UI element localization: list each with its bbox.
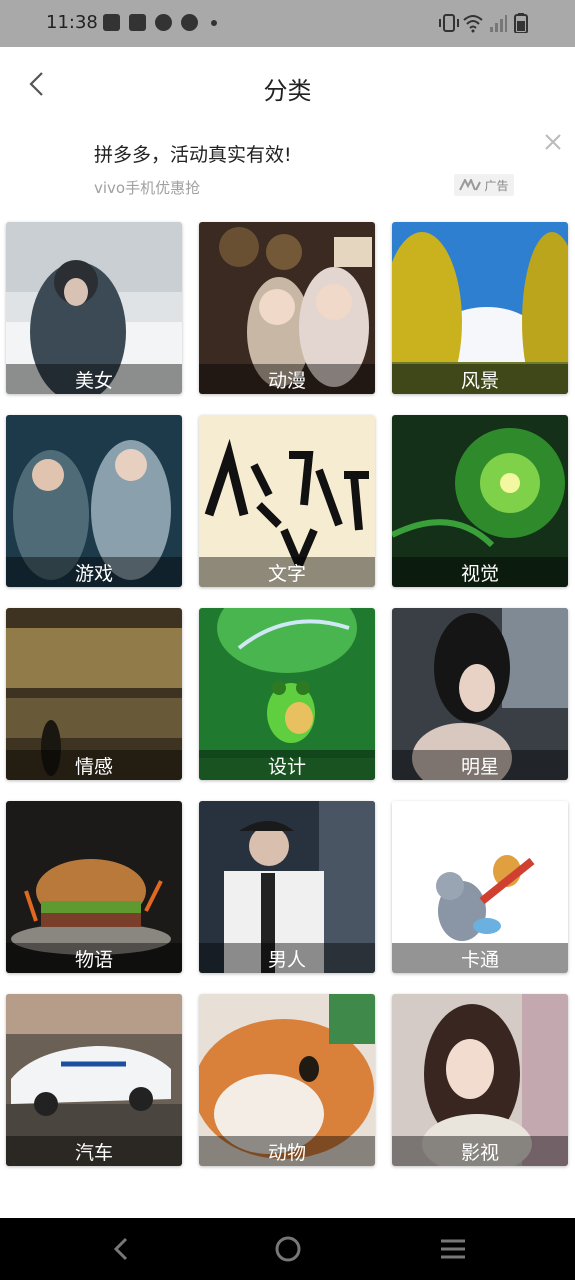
category-label: 文字 [199, 557, 375, 587]
notification-bag-icon [103, 14, 120, 31]
category-card[interactable]: 设计 [199, 608, 375, 780]
ad-banner[interactable]: 拼多多，活动真实有效! vivo手机优惠抢 广告 [0, 122, 575, 214]
category-card[interactable]: 情感 [6, 608, 182, 780]
category-card[interactable]: 男人 [199, 801, 375, 973]
notification-bag-icon [129, 14, 146, 31]
category-label: 视觉 [392, 557, 568, 587]
category-card[interactable]: 影视 [392, 994, 568, 1166]
battery-icon [514, 13, 528, 33]
signal-icon [490, 15, 507, 32]
category-label: 游戏 [6, 557, 182, 587]
category-label: 设计 [199, 750, 375, 780]
wifi-icon [463, 15, 483, 33]
category-card[interactable]: 文字 [199, 415, 375, 587]
category-label: 明星 [392, 750, 568, 780]
nav-menu-icon[interactable] [438, 1234, 468, 1264]
category-card[interactable]: 动物 [199, 994, 375, 1166]
notification-compass-icon [181, 14, 198, 31]
category-card[interactable]: 视觉 [392, 415, 568, 587]
category-label: 情感 [6, 750, 182, 780]
ad-title[interactable]: 拼多多，活动真实有效! [94, 140, 292, 167]
category-label: 美女 [6, 364, 182, 394]
category-card[interactable]: 游戏 [6, 415, 182, 587]
notification-compass-icon [155, 14, 172, 31]
category-label: 卡通 [392, 943, 568, 973]
nav-back-icon[interactable] [106, 1234, 136, 1264]
status-time: 11:38 [46, 12, 98, 33]
category-card[interactable]: 明星 [392, 608, 568, 780]
category-label: 影视 [392, 1136, 568, 1166]
close-icon[interactable] [541, 130, 565, 154]
ad-badge: 广告 [454, 174, 514, 196]
header: 分类 [0, 47, 575, 122]
category-card[interactable]: 汽车 [6, 994, 182, 1166]
category-card[interactable]: 美女 [6, 222, 182, 394]
category-label: 风景 [392, 364, 568, 394]
category-label: 动漫 [199, 364, 375, 394]
system-nav-bar [0, 1218, 575, 1280]
category-card[interactable]: 物语 [6, 801, 182, 973]
category-card[interactable]: 动漫 [199, 222, 375, 394]
status-bar: 11:38 [0, 0, 575, 47]
category-label: 动物 [199, 1136, 375, 1166]
category-label: 男人 [199, 943, 375, 973]
ad-badge-label: 广告 [484, 178, 509, 193]
more-notifications-icon [211, 20, 217, 26]
category-card[interactable]: 风景 [392, 222, 568, 394]
nav-home-icon[interactable] [273, 1234, 303, 1264]
page-title: 分类 [263, 77, 312, 105]
category-card[interactable]: 卡通 [392, 801, 568, 973]
ad-subtitle[interactable]: vivo手机优惠抢 [94, 177, 200, 198]
category-label: 汽车 [6, 1136, 182, 1166]
ad-network-logo-icon [459, 179, 482, 191]
vibrate-icon [439, 14, 459, 32]
category-label: 物语 [6, 943, 182, 973]
